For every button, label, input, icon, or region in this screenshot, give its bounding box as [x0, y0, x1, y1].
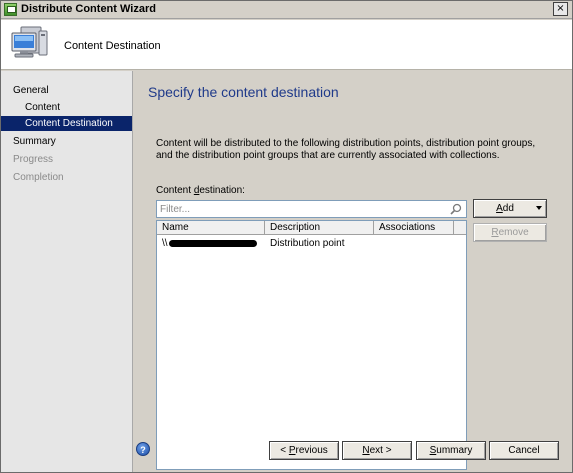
filter-input[interactable] — [160, 203, 440, 216]
redacted-name — [168, 239, 257, 247]
dropdown-arrow-icon — [536, 206, 542, 210]
wizard-header: Content Destination — [1, 20, 572, 70]
destination-list[interactable]: Name Description Associations \\ Distrib… — [156, 220, 467, 470]
page-description: Content will be distributed to the follo… — [156, 138, 536, 161]
header-title: Content Destination — [64, 40, 161, 52]
summary-button[interactable]: Summary — [416, 441, 486, 460]
previous-button[interactable]: < Previous — [269, 441, 339, 460]
close-button[interactable]: × — [553, 2, 568, 16]
nav-step-content[interactable]: Content — [1, 100, 132, 115]
help-icon[interactable]: ? — [136, 442, 150, 456]
column-header-associations[interactable]: Associations — [374, 221, 454, 235]
nav-step-progress: Progress — [13, 154, 54, 165]
page-title: Specify the content destination — [148, 84, 339, 100]
window-title: Distribute Content Wizard — [21, 3, 156, 15]
row-description-cell: Distribution point — [270, 238, 345, 249]
remove-button: Remove — [473, 223, 547, 242]
nav-step-completion: Completion — [13, 172, 64, 183]
nav-step-general[interactable]: General — [1, 83, 132, 98]
column-header-description[interactable]: Description — [265, 221, 374, 235]
column-header-name[interactable]: Name — [157, 221, 265, 235]
wizard-steps-nav: General Content Content Destination Summ… — [1, 71, 133, 472]
filter-box[interactable] — [156, 200, 467, 218]
wizard-page: Specify the content destination Content … — [134, 71, 572, 472]
nav-step-summary[interactable]: Summary — [1, 134, 132, 149]
row-associations-cell — [374, 236, 454, 251]
nav-step-content-destination[interactable]: Content Destination — [1, 116, 132, 131]
cancel-button[interactable]: Cancel — [489, 441, 559, 460]
add-button[interactable]: Add — [473, 199, 547, 218]
list-column-headers: Name Description Associations — [157, 221, 466, 235]
list-row[interactable]: \\ Distribution point — [157, 236, 466, 251]
content-destination-label: Content destination: — [156, 185, 245, 196]
computer-monitor-icon — [11, 26, 48, 58]
title-bar[interactable]: Distribute Content Wizard × — [1, 1, 572, 19]
next-button[interactable]: Next > — [342, 441, 412, 460]
wizard-window: Distribute Content Wizard × Content Dest… — [0, 0, 573, 473]
add-button-label: Add — [496, 203, 514, 214]
search-icon[interactable] — [450, 203, 462, 215]
row-name-cell: \\ — [157, 236, 265, 251]
app-icon — [4, 3, 17, 16]
